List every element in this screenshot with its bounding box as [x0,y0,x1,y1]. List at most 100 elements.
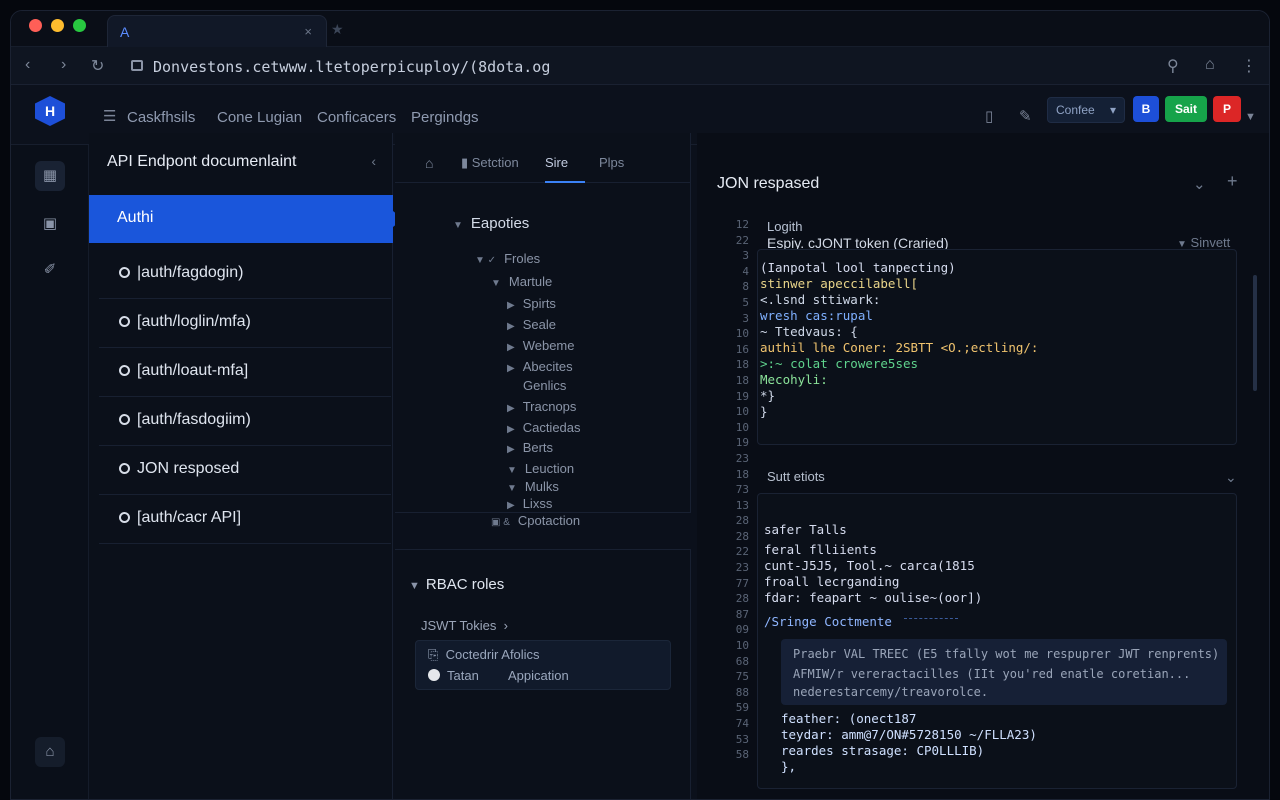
line-number: 10 [735,405,749,419]
collapse-icon[interactable]: ‹ [371,153,376,169]
endpoint-group-auth[interactable]: Authi [89,195,403,243]
tree-node[interactable]: ▼ Mulks [507,479,559,494]
app-logo-icon[interactable]: H [35,96,65,126]
nav-item-1[interactable]: Caskfhsils [127,109,195,126]
line-number: 87 [735,607,749,621]
browser-tab[interactable]: A × [107,15,327,47]
endpoint-item[interactable]: [auth/loglin/mfa) [99,299,391,348]
line-number: 59 [735,701,749,715]
add-icon[interactable]: + [1227,171,1238,192]
tree-node[interactable]: ▶ Lixss [507,496,552,511]
chevron-right-icon: › [503,618,508,633]
tree-node[interactable]: ▣ & Cpotaction [491,513,580,528]
tree-node[interactable]: Genlics [523,378,566,393]
sinvett-label: Sinvett [1190,235,1231,250]
save-button[interactable]: Sait [1165,96,1207,122]
sinvett-toggle[interactable]: ▼ Sinvett [1177,235,1230,250]
tab-section[interactable]: ▮ Setction [461,155,519,171]
new-tab-icon[interactable]: ★ [331,21,344,38]
line-number: 68 [735,654,749,668]
environment-dropdown[interactable]: Confee ▾ [1047,97,1125,123]
home-icon[interactable]: ⌂ [1205,56,1215,74]
role-item[interactable]: Tatan [428,668,479,683]
scrollbar[interactable] [1253,275,1257,391]
menu-icon[interactable]: ⋮ [1241,56,1257,76]
role-item-label: Tatan [447,668,479,683]
clipboard-icon[interactable]: ▯ [985,107,993,125]
reload-icon[interactable]: ↻ [91,56,104,76]
dashboard-icon[interactable]: ▦ [35,161,65,191]
pencil-icon[interactable]: ✐ [35,255,65,285]
line-number: 16 [735,342,749,356]
home-icon[interactable]: ⌂ [425,155,433,171]
blue-action-button[interactable]: B [1133,96,1159,122]
nav-item-2[interactable]: Cone Lugian [217,109,302,126]
line-number: 28 [735,514,749,528]
line-number: 3 [742,311,749,325]
tree-root[interactable]: ▼ Eapoties [453,215,529,232]
tree-node[interactable]: ▶ Tracnops [507,399,576,414]
endpoint-label: [auth/cacr API] [137,509,242,526]
endpoint-item[interactable]: JON resposed [99,446,391,495]
tree-node[interactable]: ▶ Spirts [507,296,556,311]
line-number: 18 [735,373,749,387]
chevron-down-icon: ▾ [1110,103,1117,117]
line-number: 73 [735,483,749,497]
endpoint-item[interactable]: [auth/loaut-mfa] [99,348,391,397]
tab-plps[interactable]: Plps [599,155,624,170]
nav-item-4[interactable]: Pergindgs [411,109,479,126]
chevron-down-icon[interactable]: ▼ [1245,111,1256,123]
chevron-down-icon[interactable]: ⌄ [1193,175,1206,193]
code-line: } [760,404,768,419]
rbac-title[interactable]: ▼ RBAC roles [409,576,504,593]
tree-node[interactable]: ▼ ✓ Froles [475,251,540,266]
pen-icon[interactable]: ✎ [1019,107,1032,125]
code-line: teydar: amm@7/ON#5728150 ~/FLLA23) [781,727,1037,742]
endpoints-panel: API Endpont documenlaint ‹ Authi |auth/f… [89,133,403,799]
line-number: 53 [735,732,749,746]
endpoint-item[interactable]: [auth/fasdogiim) [99,397,391,446]
schema-tree-panel: ⌂ ▮ Setction Sire Plps ▼ Eapoties ▼ ✓ Frol… [395,133,691,528]
dropdown-label: Confee [1056,103,1095,117]
maximize-window-icon[interactable] [73,19,86,32]
circle-icon [119,267,130,278]
briefcase-icon[interactable]: ▣ [35,209,65,239]
endpoint-label: JON resposed [137,460,240,477]
minimize-window-icon[interactable] [51,19,64,32]
hamburger-icon[interactable]: ☰ [103,107,116,125]
chevron-down-icon[interactable]: ⌄ [1225,469,1237,486]
line-number: 13 [735,498,749,512]
endpoint-item[interactable]: [auth/cacr API] [99,495,391,544]
close-window-icon[interactable] [29,19,42,32]
tree-node[interactable]: ▶ Seale [507,317,556,332]
tab-sire[interactable]: Sire [545,155,568,170]
nav-item-3[interactable]: Conficacers [317,109,396,126]
tree-node[interactable]: ▶ Abecites [507,359,573,374]
tree-node[interactable]: ▼ Martule [491,274,552,289]
line-number: 23 [735,451,749,465]
browser-tab-title: A [120,24,130,40]
url-field[interactable]: Donvestons.cetwww.ltetoperpicuploy/(8dot… [121,52,1161,80]
red-action-button[interactable]: P [1213,96,1241,122]
back-icon[interactable]: ‹ [25,56,30,74]
tree-node[interactable]: ▶ Cactiedas [507,420,581,435]
json-code-block: (Ianpotal lool tanpecting) stinwer apecc… [757,249,1237,445]
extension-icon[interactable]: ⚲ [1167,56,1179,76]
tab-close-icon[interactable]: × [304,24,312,39]
tree-node-label: Martule [508,274,553,289]
forward-icon[interactable]: › [61,56,66,74]
line-number: 75 [735,670,749,684]
tree-node[interactable]: ▶ Webeme [507,338,575,353]
banner-line: nederestarcemy/treavorolce. [793,685,989,699]
tree-node[interactable]: ▼ Leuction [507,461,574,476]
line-number: 28 [735,592,749,606]
tree-node[interactable]: ▶ Berts [507,440,553,455]
role-item[interactable]: ⎘ Coctedrir Afolics [428,647,540,663]
endpoint-item[interactable]: |auth/fagdogin) [99,250,391,299]
line-number: 22 [735,233,749,247]
endpoint-label: [auth/fasdogiim) [137,411,251,428]
json-panel-title: JON respased [717,175,820,192]
info-banner: Praebr VAL TREEC (E5 tfally wot me respu… [781,639,1227,705]
lock-icon[interactable]: ⌂ [35,737,65,767]
jwt-tokens-link[interactable]: JSWT Tokies › [421,618,508,633]
